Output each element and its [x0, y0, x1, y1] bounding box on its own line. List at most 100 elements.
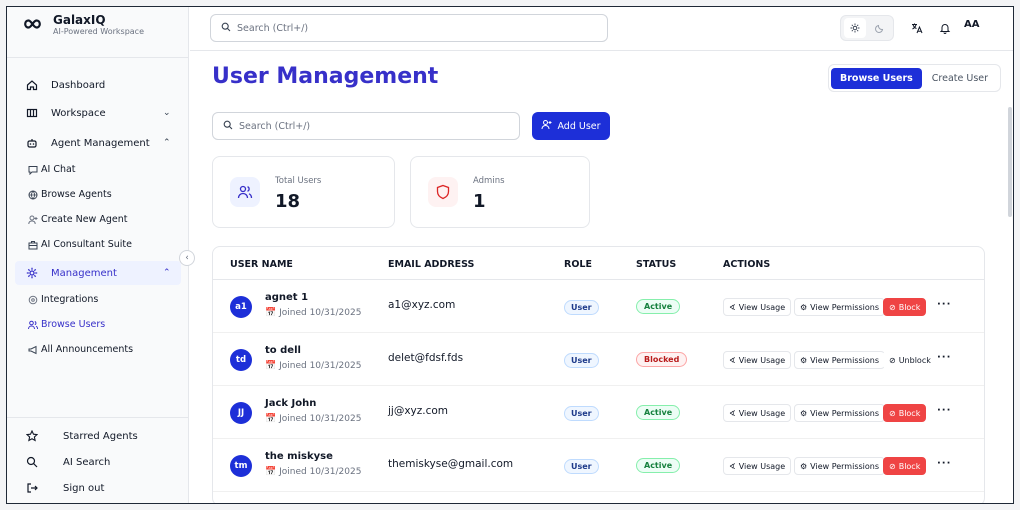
view-usage-button[interactable]: ∢ View Usage	[723, 404, 792, 422]
chevron-down-icon: ⌄	[163, 108, 171, 118]
sidebar-item-agent-management[interactable]: Agent Management ⌃	[7, 135, 188, 151]
view-usage-button[interactable]: ∢ View Usage	[723, 457, 792, 475]
add-user-button[interactable]: Add User	[532, 112, 610, 140]
brand[interactable]: GalaxIQ AI-Powered Workspace	[23, 13, 144, 37]
sidebar-subitem-label: Browse Users	[41, 319, 106, 330]
block-button[interactable]: ⊘ Block	[883, 457, 927, 475]
view-permissions-button[interactable]: ⚙ View Permissions	[794, 457, 886, 475]
sidebar-item-label: Agent Management	[51, 137, 150, 149]
column-header-email: EMAIL ADDRESS	[388, 259, 475, 270]
table-row: td to dell 📅 Joined 10/31/2025 delet@fds…	[213, 333, 984, 386]
robot-icon	[25, 136, 39, 150]
view-usage-label: View Usage	[738, 408, 786, 418]
sidebar-item-management[interactable]: Management ⌃	[7, 265, 188, 281]
more-options-icon[interactable]: ···	[937, 299, 951, 310]
chevron-up-icon: ⌃	[163, 268, 171, 278]
chart-icon: ∢	[729, 355, 736, 365]
search-icon	[25, 455, 39, 469]
chart-icon: ∢	[729, 302, 736, 312]
users-table: USER NAME EMAIL ADDRESS ROLE STATUS ACTI…	[212, 246, 985, 503]
star-icon	[25, 429, 39, 443]
bell-icon[interactable]	[936, 19, 954, 37]
view-usage-label: View Usage	[738, 461, 786, 471]
more-options-icon[interactable]: ···	[937, 458, 951, 469]
sidebar-item-ai-search[interactable]: AI Search	[7, 454, 188, 470]
view-permissions-label: View Permissions	[810, 408, 880, 418]
user-search-input[interactable]: Search (Ctrl+/)	[212, 112, 520, 140]
collapse-sidebar-button[interactable]: ‹	[179, 250, 195, 266]
role-badge: User	[564, 406, 599, 421]
sun-icon[interactable]	[844, 18, 866, 38]
more-options-icon[interactable]: ···	[937, 405, 951, 416]
calendar-icon: 📅	[265, 308, 277, 318]
view-permissions-button[interactable]: ⚙ View Permissions	[794, 351, 886, 369]
sidebar-subitem-label: All Announcements	[41, 344, 134, 355]
view-permissions-button[interactable]: ⚙ View Permissions	[794, 404, 886, 422]
sidebar-item-starred-agents[interactable]: Starred Agents	[7, 428, 188, 444]
joined-text: Joined 10/31/2025	[279, 308, 362, 318]
user-name: Jack John	[265, 398, 317, 409]
view-usage-button[interactable]: ∢ View Usage	[723, 351, 792, 369]
avatar: JJ	[230, 402, 252, 424]
unblock-button[interactable]: ⊘ Unblock	[883, 351, 937, 369]
ban-icon: ⊘	[889, 355, 896, 365]
calendar-icon: 📅	[265, 467, 277, 477]
role-badge: User	[564, 353, 599, 368]
view-usage-button[interactable]: ∢ View Usage	[723, 298, 792, 316]
tab-browse-users[interactable]: Browse Users	[831, 67, 922, 89]
gear-icon	[25, 266, 39, 280]
users-icon	[230, 177, 260, 207]
chart-icon: ∢	[729, 461, 736, 471]
search-placeholder: Search (Ctrl+/)	[239, 120, 311, 132]
role-badge: User	[564, 459, 599, 474]
moon-icon[interactable]	[869, 18, 891, 38]
more-options-icon[interactable]: ···	[937, 352, 951, 363]
view-switcher: Browse Users Create User	[828, 64, 1002, 92]
translate-icon[interactable]	[908, 19, 926, 37]
tab-create-user[interactable]: Create User	[922, 68, 998, 89]
infinity-logo-icon	[23, 17, 45, 34]
global-search-input[interactable]: Search (Ctrl+/)	[210, 14, 608, 42]
joined-text: Joined 10/31/2025	[279, 361, 362, 371]
gear-icon: ⚙	[800, 461, 808, 471]
sidebar-item-label: Workspace	[51, 107, 106, 119]
gear-icon: ⚙	[800, 408, 808, 418]
home-icon	[25, 78, 39, 92]
joined-date: 📅 Joined 10/31/2025	[265, 414, 361, 424]
sidebar-item-dashboard[interactable]: Dashboard	[7, 77, 188, 93]
user-avatar[interactable]: AA	[964, 19, 979, 30]
page-title: User Management	[212, 64, 439, 89]
users-icon	[27, 319, 39, 331]
user-email: themiskyse@gmail.com	[388, 458, 514, 470]
joined-date: 📅 Joined 10/31/2025	[265, 308, 361, 318]
view-permissions-button[interactable]: ⚙ View Permissions	[794, 298, 886, 316]
chevron-left-icon: ‹	[185, 253, 189, 263]
user-plus-icon	[541, 119, 552, 133]
divider	[7, 57, 188, 58]
column-header-status: STATUS	[636, 259, 677, 270]
table-row: JJ Jack John 📅 Joined 10/31/2025 jj@xyz.…	[213, 386, 984, 439]
search-placeholder: Search (Ctrl+/)	[237, 22, 309, 34]
theme-toggle[interactable]	[840, 15, 894, 41]
search-icon	[221, 22, 231, 35]
sidebar-subitem-label: Integrations	[41, 294, 99, 305]
view-usage-label: View Usage	[738, 302, 786, 312]
column-header-user-name: USER NAME	[230, 259, 293, 270]
user-plus-icon	[27, 214, 39, 226]
block-button[interactable]: ⊘ Block	[883, 404, 927, 422]
sidebar-item-workspace[interactable]: Workspace ⌄	[7, 105, 188, 121]
user-email: delet@fdsf.fds	[388, 352, 464, 364]
scrollbar[interactable]	[1008, 107, 1012, 217]
table-row: a1 agnet 1 📅 Joined 10/31/2025 a1@xyz.co…	[213, 280, 984, 333]
joined-text: Joined 10/31/2025	[279, 414, 362, 424]
user-name: agnet 1	[265, 292, 309, 303]
block-label: Block	[898, 461, 921, 471]
sidebar-item-sign-out[interactable]: Sign out	[7, 480, 188, 496]
sidebar-item-label: Dashboard	[51, 79, 106, 91]
view-permissions-label: View Permissions	[810, 461, 880, 471]
shield-icon	[428, 177, 458, 207]
stat-card-admins: Admins 1	[410, 156, 590, 228]
calendar-icon: 📅	[265, 414, 277, 424]
workspace-icon	[25, 106, 39, 120]
block-button[interactable]: ⊘ Block	[883, 298, 927, 316]
